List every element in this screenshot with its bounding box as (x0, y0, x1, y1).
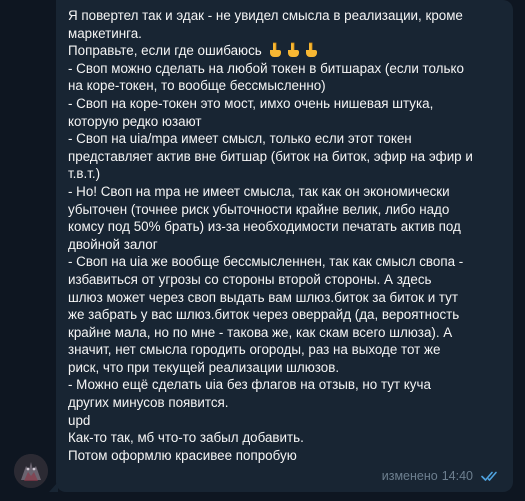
double-check-icon (481, 471, 497, 481)
pointing-down-hand-icon (287, 42, 299, 58)
message-bubble[interactable]: Я повертел так и эдак - не увидел смысла… (56, 0, 513, 492)
message-line: Потом оформлю красивее попробую (68, 447, 297, 463)
message-line: - Можно ещё сделать uia без флагов на от… (68, 377, 431, 393)
message-text: Я повертел так и эдак - не увидел смысла… (68, 7, 501, 464)
message-line: крайне мала, но по мне - такова же, как … (68, 324, 453, 340)
message-line: риск, что при текущей реализации шлюзов. (68, 359, 340, 375)
chat-view: Я повертел так и эдак - не увидел смысла… (0, 0, 525, 501)
message-line: Поправьте, если где ошибаюсь (68, 42, 501, 60)
message-line: - Своп на коре-токен это мост, имхо очен… (68, 95, 434, 111)
sender-avatar[interactable] (14, 454, 48, 488)
message-line: значит, нет смысла городить огороды, раз… (68, 342, 441, 358)
message-line: upd (68, 412, 91, 428)
message-line: т.в.т.) (68, 166, 101, 182)
message-line: других минусов появится. (68, 395, 229, 411)
message-line: Как-то так, мб что-то забыл добавить. (68, 430, 304, 446)
message-line: двойной залог (68, 236, 158, 252)
message-time: 14:40 (441, 469, 473, 483)
message-line: - Своп можно сделать на любой токен в би… (68, 60, 464, 76)
pointing-down-hand-icon (305, 42, 317, 58)
message-line: Я повертел так и эдак - не увидел смысла… (68, 8, 463, 23)
message-line: шлюз может через своп выдать вам шлюз.би… (68, 289, 459, 305)
message-line: которую редко юзают (68, 113, 202, 129)
message-line: же забрать у вас шлюз.биток через оверра… (68, 307, 460, 323)
message-line: - Своп на uia/mpa имеет смысл, только ес… (68, 131, 412, 147)
message-line: - Своп на uia же вообще бессмысленнен, т… (68, 254, 464, 270)
message-line: маркетинга. (68, 25, 142, 41)
message-line: комсу под 50% брать) из-за необходимости… (68, 219, 461, 235)
avatar-icon (14, 454, 48, 488)
message-line-text: Поправьте, если где ошибаюсь (68, 43, 262, 59)
edited-label: изменено (381, 469, 438, 483)
message-meta: изменено 14:40 (382, 469, 499, 483)
message-line: избавиться от угрозы со стороны второй с… (68, 271, 432, 287)
pointing-down-hand-icon (269, 42, 281, 58)
message-line: - Но! Своп на mpa не имеет смысла, так к… (68, 183, 450, 199)
message-line: на коре-токен, то вообще бессмысленно) (68, 78, 326, 94)
message-line: убыточен (точнее риск убыточности крайне… (68, 201, 450, 217)
emoji-group (268, 42, 322, 58)
message-line: представляет актив вне битшар (биток на … (68, 148, 473, 164)
